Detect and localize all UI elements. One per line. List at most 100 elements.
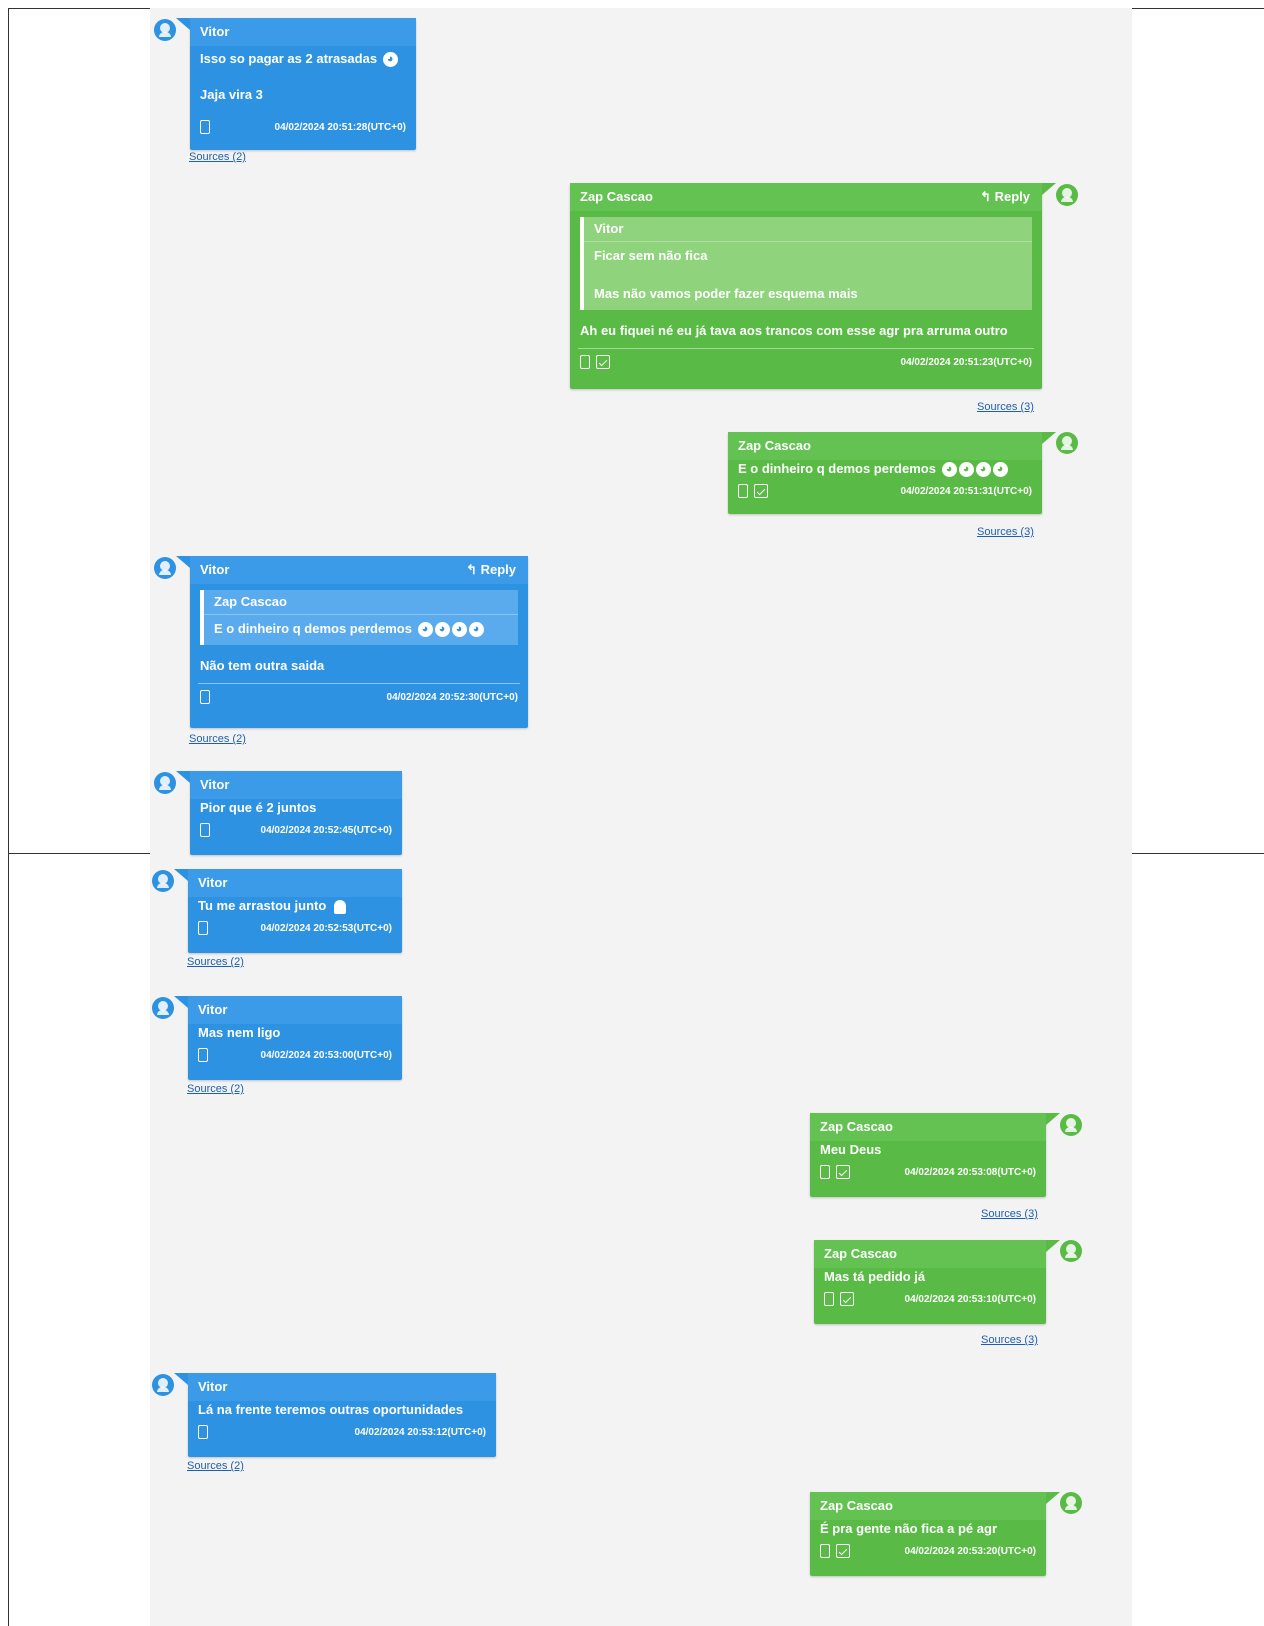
weary-emoji-icon: ◕ xyxy=(941,462,957,478)
weary-emoji-icon: ◕ xyxy=(417,622,433,638)
phone-icon xyxy=(738,484,748,498)
quoted-text: E o dinheiro q demos perdemos ◕ ◕ ◕ ◕ xyxy=(214,619,508,639)
message-bubble-incoming[interactable]: Vitor Mas nem ligo 04/02/2024 20:53:00(U… xyxy=(174,996,402,1080)
reply-label: Reply xyxy=(480,562,516,577)
vitor-avatar-icon xyxy=(154,772,176,794)
sender-name: Zap Cascao ↰ Reply xyxy=(570,183,1042,211)
weary-emoji-icon: ◕ xyxy=(382,52,398,68)
phone-icon xyxy=(820,1544,830,1558)
chat-area[interactable]: Vitor Isso so pagar as 2 atrasadas ◕ Jaj… xyxy=(150,8,1132,1626)
message-timestamp: 04/02/2024 20:51:31(UTC+0) xyxy=(900,486,1032,497)
read-receipt-icon xyxy=(596,355,610,369)
vitor-avatar-icon xyxy=(152,1374,174,1396)
zap-cascao-avatar-icon xyxy=(1056,432,1078,454)
read-receipt-icon xyxy=(836,1544,850,1558)
message-line: Tu me arrastou junto xyxy=(198,898,327,913)
message-text: Pior que é 2 juntos xyxy=(200,800,317,815)
message-bubble-outgoing[interactable]: Zap Cascao Meu Deus 04/02/2024 20:53:08(… xyxy=(810,1113,1060,1197)
sender-name: Vitor xyxy=(190,18,416,46)
message-bubble-incoming[interactable]: Vitor Isso so pagar as 2 atrasadas ◕ Jaj… xyxy=(176,18,416,150)
weary-emoji-icon: ◕ xyxy=(975,462,991,478)
phone-icon xyxy=(200,823,210,837)
quoted-sender: Zap Cascao xyxy=(204,590,518,615)
weary-emoji-icon: ◕ xyxy=(451,622,467,638)
message-bubble-incoming[interactable]: Vitor Tu me arrastou junto 04/02/2024 20… xyxy=(174,869,402,953)
sources-link[interactable]: Sources (2) xyxy=(189,733,246,745)
message-footer: 04/02/2024 20:51:23(UTC+0) xyxy=(578,348,1034,377)
quoted-line: Ficar sem não fica xyxy=(594,248,708,263)
sources-link[interactable]: Sources (3) xyxy=(977,401,1034,413)
phone-icon xyxy=(200,690,210,704)
sender-name: Vitor xyxy=(190,771,402,799)
message-text: É pra gente não fica a pé agr xyxy=(820,1521,997,1536)
message-timestamp: 04/02/2024 20:51:28(UTC+0) xyxy=(274,122,406,133)
message-timestamp: 04/02/2024 20:53:10(UTC+0) xyxy=(904,1294,1036,1305)
sender-name-text: Zap Cascao xyxy=(580,189,653,204)
sources-link[interactable]: Sources (2) xyxy=(187,1083,244,1095)
vitor-avatar-icon xyxy=(152,997,174,1019)
reply-label: Reply xyxy=(994,189,1030,204)
sources-link[interactable]: Sources (2) xyxy=(189,151,246,163)
message-bubble-outgoing[interactable]: Zap Cascao E o dinheiro q demos perdemos… xyxy=(728,432,1056,514)
message-text: Tu me arrastou junto xyxy=(188,897,402,915)
weary-emoji-icon: ◕ xyxy=(958,462,974,478)
zap-cascao-avatar-icon xyxy=(1060,1492,1082,1514)
sources-link[interactable]: Sources (2) xyxy=(187,1460,244,1472)
message-line: E o dinheiro q demos perdemos xyxy=(738,461,936,476)
sender-name: Zap Cascao xyxy=(728,432,1042,460)
sender-name: Vitor xyxy=(188,996,402,1024)
reply-button[interactable]: ↰ Reply xyxy=(980,183,1030,211)
message-text: Lá na frente teremos outras oportunidade… xyxy=(198,1402,464,1417)
message-bubble-incoming[interactable]: Vitor ↰ Reply Zap Cascao E o dinheiro q … xyxy=(176,556,528,728)
sources-link[interactable]: Sources (3) xyxy=(981,1334,1038,1346)
message-bubble-outgoing[interactable]: Zap Cascao ↰ Reply Vitor Ficar sem não f… xyxy=(570,183,1056,389)
vitor-avatar-icon xyxy=(154,557,176,579)
message-bubble-outgoing[interactable]: Zap Cascao É pra gente não fica a pé agr… xyxy=(810,1492,1060,1576)
weary-emoji-icon: ◕ xyxy=(992,462,1008,478)
message-footer: 04/02/2024 20:53:10(UTC+0) xyxy=(814,1286,1046,1314)
message-line: Jaja vira 3 xyxy=(200,87,263,102)
vitor-avatar-icon xyxy=(154,19,176,41)
message-footer: 04/02/2024 20:53:12(UTC+0) xyxy=(188,1419,496,1447)
message-timestamp: 04/02/2024 20:52:53(UTC+0) xyxy=(260,923,392,934)
sources-link[interactable]: Sources (2) xyxy=(187,956,244,968)
message-text: Ah eu fiquei né eu já tava aos trancos c… xyxy=(580,323,1008,338)
sender-name: Zap Cascao xyxy=(810,1113,1046,1141)
message-bubble-incoming[interactable]: Vitor Lá na frente teremos outras oportu… xyxy=(174,1373,496,1457)
message-footer: 04/02/2024 20:53:08(UTC+0) xyxy=(810,1159,1046,1187)
weary-emoji-icon: ◕ xyxy=(468,622,484,638)
read-receipt-icon xyxy=(840,1292,854,1306)
ghost-emoji-icon xyxy=(333,899,346,914)
message-timestamp: 04/02/2024 20:52:30(UTC+0) xyxy=(386,692,518,703)
phone-icon xyxy=(198,921,208,935)
message-footer: 04/02/2024 20:51:28(UTC+0) xyxy=(190,114,416,142)
zap-cascao-avatar-icon xyxy=(1060,1240,1082,1262)
sender-name: Zap Cascao xyxy=(814,1240,1046,1268)
quoted-message[interactable]: Zap Cascao E o dinheiro q demos perdemos… xyxy=(200,590,518,645)
message-timestamp: 04/02/2024 20:52:45(UTC+0) xyxy=(260,825,392,836)
message-timestamp: 04/02/2024 20:53:20(UTC+0) xyxy=(904,1546,1036,1557)
sender-name: Vitor xyxy=(188,869,402,897)
message-bubble-incoming[interactable]: Vitor Pior que é 2 juntos 04/02/2024 20:… xyxy=(176,771,402,855)
message-text: Isso so pagar as 2 atrasadas ◕ Jaja vira… xyxy=(190,46,416,114)
message-footer: 04/02/2024 20:52:30(UTC+0) xyxy=(198,683,520,712)
zap-cascao-avatar-icon xyxy=(1060,1114,1082,1136)
phone-icon xyxy=(200,120,210,134)
message-timestamp: 04/02/2024 20:51:23(UTC+0) xyxy=(900,357,1032,368)
message-timestamp: 04/02/2024 20:53:12(UTC+0) xyxy=(354,1427,486,1438)
phone-icon xyxy=(198,1048,208,1062)
message-bubble-outgoing[interactable]: Zap Cascao Mas tá pedido já 04/02/2024 2… xyxy=(814,1240,1060,1324)
message-footer: 04/02/2024 20:51:31(UTC+0) xyxy=(728,478,1042,506)
message-line: Isso so pagar as 2 atrasadas xyxy=(200,51,378,66)
reply-button[interactable]: ↰ Reply xyxy=(466,556,516,584)
message-timestamp: 04/02/2024 20:53:00(UTC+0) xyxy=(260,1050,392,1061)
message-footer: 04/02/2024 20:52:53(UTC+0) xyxy=(188,915,402,943)
phone-icon xyxy=(820,1165,830,1179)
message-text: E o dinheiro q demos perdemos ◕ ◕ ◕ ◕ xyxy=(728,460,1042,478)
sender-name: Zap Cascao xyxy=(810,1492,1046,1520)
sources-link[interactable]: Sources (3) xyxy=(977,526,1034,538)
weary-emoji-icon: ◕ xyxy=(434,622,450,638)
quoted-message[interactable]: Vitor Ficar sem não fica Mas não vamos p… xyxy=(580,217,1032,310)
phone-icon xyxy=(580,355,590,369)
sources-link[interactable]: Sources (3) xyxy=(981,1208,1038,1220)
